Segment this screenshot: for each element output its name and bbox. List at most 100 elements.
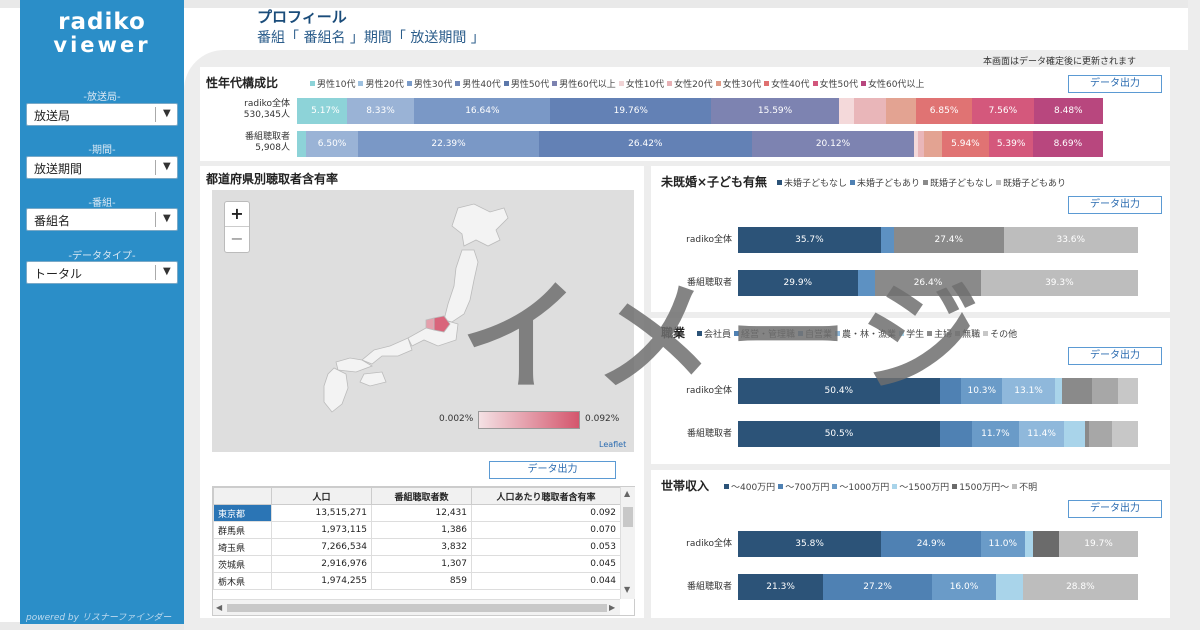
- row-label-count: 5,908人: [255, 143, 290, 153]
- station-select-value: 放送局: [34, 109, 71, 123]
- income-export-button[interactable]: データ出力: [1068, 500, 1162, 518]
- table-cell-population: 13,515,271: [271, 504, 372, 522]
- datatype-select[interactable]: トータル ▼: [26, 261, 178, 284]
- bar-segment: 50.5%: [738, 421, 940, 447]
- legend-label: 男性60代以上: [559, 80, 616, 90]
- table-cell-listeners: 1,386: [371, 521, 472, 539]
- horizontal-scroll-thumb[interactable]: [227, 604, 607, 612]
- legend-swatch: [764, 81, 770, 86]
- legend-label: 不明: [1019, 483, 1038, 493]
- legend-item: 男性30代: [406, 77, 452, 90]
- legend-swatch: [860, 81, 866, 86]
- legend-label: 男性10代: [317, 80, 356, 90]
- bar-segment: [1091, 378, 1118, 404]
- legend-label: 〜1000万円: [839, 483, 890, 493]
- table-cell-listeners: 3,832: [371, 538, 472, 556]
- income-bar: 35.8% 24.9% 11.0% 19.7%: [738, 531, 1138, 557]
- prefecture-export-button[interactable]: データ出力: [489, 461, 616, 479]
- table-cell-rate: 0.053: [471, 538, 621, 556]
- table-cell-population: 1,973,115: [271, 521, 372, 539]
- income-row-label: 番組聴取者: [686, 582, 732, 592]
- gender-age-export-button[interactable]: データ出力: [1068, 75, 1162, 93]
- table-cell-rate: 0.044: [471, 572, 621, 590]
- legend-item: 女性50代: [812, 77, 858, 90]
- scroll-up-icon[interactable]: ▲: [624, 489, 630, 498]
- table-cell-prefecture: 東京都: [213, 504, 272, 522]
- leaflet-attribution-link[interactable]: Leaflet: [599, 440, 626, 449]
- legend-label: 既婚子どもなし: [930, 179, 994, 189]
- bar-segment: 5.94%: [941, 131, 990, 157]
- bar-segment: [940, 421, 972, 447]
- legend-label: その他: [990, 330, 1018, 340]
- table-header-cell: 人口あたり聴取者含有率: [471, 487, 621, 505]
- legend-swatch: [715, 81, 721, 86]
- zoom-in-button[interactable]: +: [225, 202, 249, 227]
- bar-segment: [1112, 421, 1138, 447]
- gunma-highlight: [425, 317, 435, 331]
- legend-label: 女性20代: [674, 80, 713, 90]
- gender-age-row-label: 番組聴取者 5,908人: [224, 132, 290, 154]
- table-vertical-scrollbar[interactable]: ▲ ▼: [620, 487, 635, 599]
- bar-segment: 33.6%: [1003, 227, 1138, 253]
- bar-segment: 19.76%: [550, 98, 712, 124]
- logo-line-2: viewer: [53, 33, 151, 57]
- legend-swatch: [503, 81, 509, 86]
- bar-segment: 22.39%: [358, 131, 539, 157]
- datatype-select-value: トータル: [34, 267, 83, 281]
- table-cell-rate: 0.070: [471, 521, 621, 539]
- period-select[interactable]: 放送期間 ▼: [26, 156, 178, 179]
- table-row[interactable]: 東京都 13,515,271 12,431 0.092: [213, 504, 621, 522]
- station-select[interactable]: 放送局 ▼: [26, 103, 178, 126]
- scroll-right-icon[interactable]: ▶: [609, 603, 615, 612]
- legend-swatch: [618, 81, 624, 86]
- legend-item: 未婚子どもなし: [777, 176, 847, 189]
- legend-label: 〜400万円: [731, 483, 776, 493]
- legend-swatch: [552, 81, 558, 86]
- legend-item: 未婚子どもあり: [850, 176, 920, 189]
- bar-segment: 28.8%: [1022, 574, 1138, 600]
- legend-swatch: [724, 484, 729, 489]
- program-select-value: 番組名: [34, 214, 71, 228]
- vertical-scroll-thumb[interactable]: [623, 507, 633, 527]
- table-cell-listeners: 859: [371, 572, 472, 590]
- table-cell-population: 7,266,534: [271, 538, 372, 556]
- occupation-row-label: 番組聴取者: [686, 429, 732, 439]
- frame-right: [1188, 0, 1200, 630]
- table-horizontal-scrollbar[interactable]: ◀ ▶: [213, 599, 620, 615]
- income-row-label: radiko全体: [686, 539, 732, 549]
- legend-item: 女性20代: [667, 77, 713, 90]
- table-row[interactable]: 茨城県 2,916,976 1,307 0.045: [213, 555, 621, 573]
- table-cell-prefecture: 群馬県: [213, 521, 272, 539]
- legend-label: 女性60代以上: [867, 80, 925, 90]
- scroll-left-icon[interactable]: ◀: [216, 603, 222, 612]
- marital-export-button[interactable]: データ出力: [1068, 196, 1162, 214]
- prefecture-data-table: 人口 番組聴取者数 人口あたり聴取者含有率 東京都 13,515,271 12,…: [213, 487, 621, 590]
- table-header-cell: [213, 487, 272, 505]
- income-title: 世帯収入: [661, 479, 710, 493]
- table-row[interactable]: 栃木県 1,974,255 859 0.044: [213, 572, 621, 590]
- program-select[interactable]: 番組名 ▼: [26, 208, 178, 231]
- legend-item: 男性50代: [503, 77, 549, 90]
- bar-segment: 27.2%: [823, 574, 932, 600]
- period-filter-label: -期間-: [88, 145, 116, 156]
- scroll-down-icon[interactable]: ▼: [624, 585, 630, 594]
- zoom-out-button[interactable]: −: [225, 227, 249, 252]
- row-label-count: 530,345人: [243, 110, 290, 120]
- table-row[interactable]: 群馬県 1,973,115 1,386 0.070: [213, 521, 621, 539]
- table-header-cell: 人口: [271, 487, 372, 505]
- legend-swatch: [667, 81, 673, 86]
- map-scale-max: 0.092%: [585, 414, 620, 424]
- period-select-value: 放送期間: [34, 162, 83, 176]
- bar-segment: [923, 131, 942, 157]
- legend-item: 既婚子どもあり: [996, 176, 1066, 189]
- occupation-export-button[interactable]: データ出力: [1068, 347, 1162, 365]
- legend-swatch: [358, 81, 364, 86]
- station-filter-label: -放送局-: [83, 92, 121, 103]
- logo-line-1: radiko: [58, 9, 146, 35]
- table-row[interactable]: 埼玉県 7,266,534 3,832 0.053: [213, 538, 621, 556]
- bar-segment: 13.1%: [1002, 378, 1055, 404]
- occupation-bar: 50.5% 11.7% 11.4%: [738, 421, 1138, 447]
- gender-age-legend: 男性10代 男性20代 男性30代 男性40代 男性50代 男性60代以上 女性10代 女性2…: [310, 77, 924, 90]
- table-header-row: 人口 番組聴取者数 人口あたり聴取者含有率: [213, 487, 621, 505]
- legend-swatch: [923, 180, 929, 185]
